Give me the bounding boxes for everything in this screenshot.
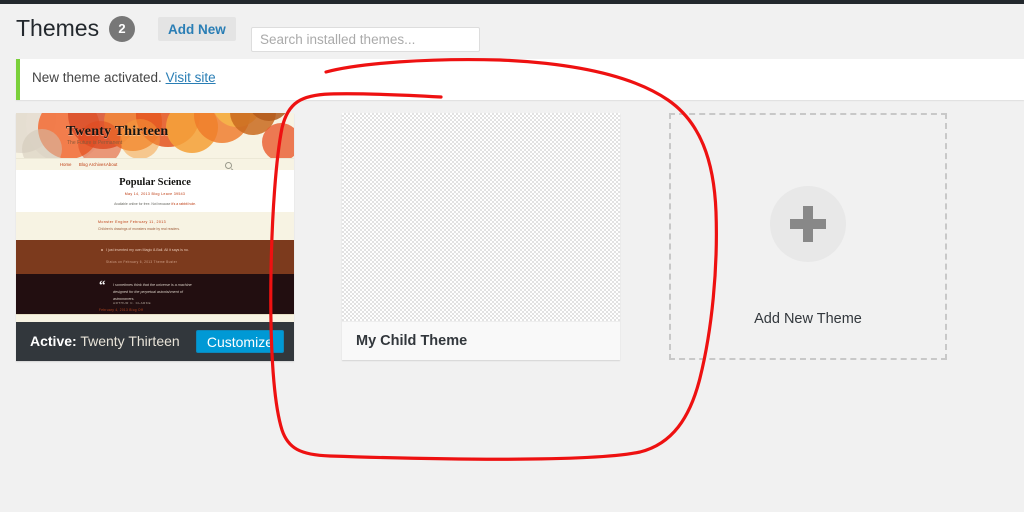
screenshot-excerpt-text: Available online for free. Not because <box>114 202 172 206</box>
notice-theme-activated: New theme activated. Visit site <box>16 59 1024 100</box>
theme-screenshot-placeholder <box>342 113 620 321</box>
customize-button[interactable]: Customize <box>195 330 284 353</box>
screenshot-post-title: Popular Science <box>119 177 191 188</box>
visit-site-link[interactable]: Visit site <box>166 70 216 85</box>
screenshot-quote-cite: ARTHUR C. CLARKE <box>113 301 152 305</box>
screenshot-quote-text: I sometimes think that the universe is a… <box>113 283 192 302</box>
active-theme-label: Active: Twenty Thirteen <box>30 333 180 349</box>
theme-card-twenty-thirteen[interactable]: Twenty Thirteen The Future is Permanent … <box>16 113 294 361</box>
theme-count-badge: 2 <box>109 16 135 42</box>
notice-text: New theme activated. Visit site <box>32 70 216 85</box>
theme-screenshot-header: Twenty Thirteen The Future is Permanent <box>16 113 294 158</box>
quote-icon: “ <box>99 277 106 292</box>
add-new-theme-tile[interactable]: Add New Theme <box>669 113 947 360</box>
screenshot-post-excerpt: Available online for free. Not because i… <box>16 202 294 206</box>
screenshot-aside-title: Monster Engine February 11, 2013 <box>98 220 167 224</box>
screenshot-quote-meta: February 4, 2013 Blog Off <box>99 308 144 312</box>
screenshot-post-meta: May 14, 2013 Blog Leave 39543 <box>124 192 186 196</box>
screenshot-nav-item-home: Home <box>60 162 72 167</box>
screenshot-nav-item-blog-archives: Blog Archives <box>79 162 106 167</box>
notice-message: New theme activated. <box>32 70 166 85</box>
active-prefix: Active: <box>30 333 77 349</box>
admin-bar <box>0 0 1024 4</box>
bullet-icon <box>101 249 103 251</box>
themes-grid: Twenty Thirteen The Future is Permanent … <box>16 113 1016 373</box>
screenshot-status-text: I just invented my own Magic 8-Ball. All… <box>106 248 189 252</box>
theme-name-bar: My Child Theme <box>342 321 620 360</box>
active-theme-name: Twenty Thirteen <box>80 333 180 349</box>
theme-screenshot: Twenty Thirteen The Future is Permanent … <box>16 113 294 322</box>
screenshot-quote: “ I sometimes think that the universe is… <box>16 274 294 314</box>
search-input[interactable] <box>251 27 480 52</box>
screenshot-nav-item-about: About <box>106 162 118 167</box>
theme-name: My Child Theme <box>356 333 468 349</box>
screenshot-status-meta: Status on February 6, 2013 Theme Buster <box>106 260 178 264</box>
screenshot-status: I just invented my own Magic 8-Ball. All… <box>16 240 294 274</box>
screenshot-aside-text: Children's drawings of monsters made by … <box>98 227 181 231</box>
active-theme-bar: Active: Twenty Thirteen Customize <box>16 322 294 361</box>
screenshot-aside: Monster Engine February 11, 2013 Childre… <box>16 212 294 240</box>
theme-card-my-child-theme[interactable]: My Child Theme <box>342 113 620 360</box>
add-new-theme-label: Add New Theme <box>754 311 862 327</box>
screenshot-footer-strip <box>16 314 294 322</box>
page-title: Themes <box>16 15 100 41</box>
add-new-button[interactable]: Add New <box>158 17 236 41</box>
plus-icon <box>770 186 846 262</box>
screenshot-tagline: The Future is Permanent <box>67 140 123 146</box>
screenshot-post: Popular Science May 14, 2013 Blog Leave … <box>16 170 294 212</box>
page-header: Themes 2 Add New <box>16 12 1006 52</box>
screenshot-site-title: Twenty Thirteen <box>66 124 169 139</box>
screenshot-excerpt-link: it's a rabbit hole. <box>171 202 196 206</box>
search-icon <box>225 162 232 169</box>
